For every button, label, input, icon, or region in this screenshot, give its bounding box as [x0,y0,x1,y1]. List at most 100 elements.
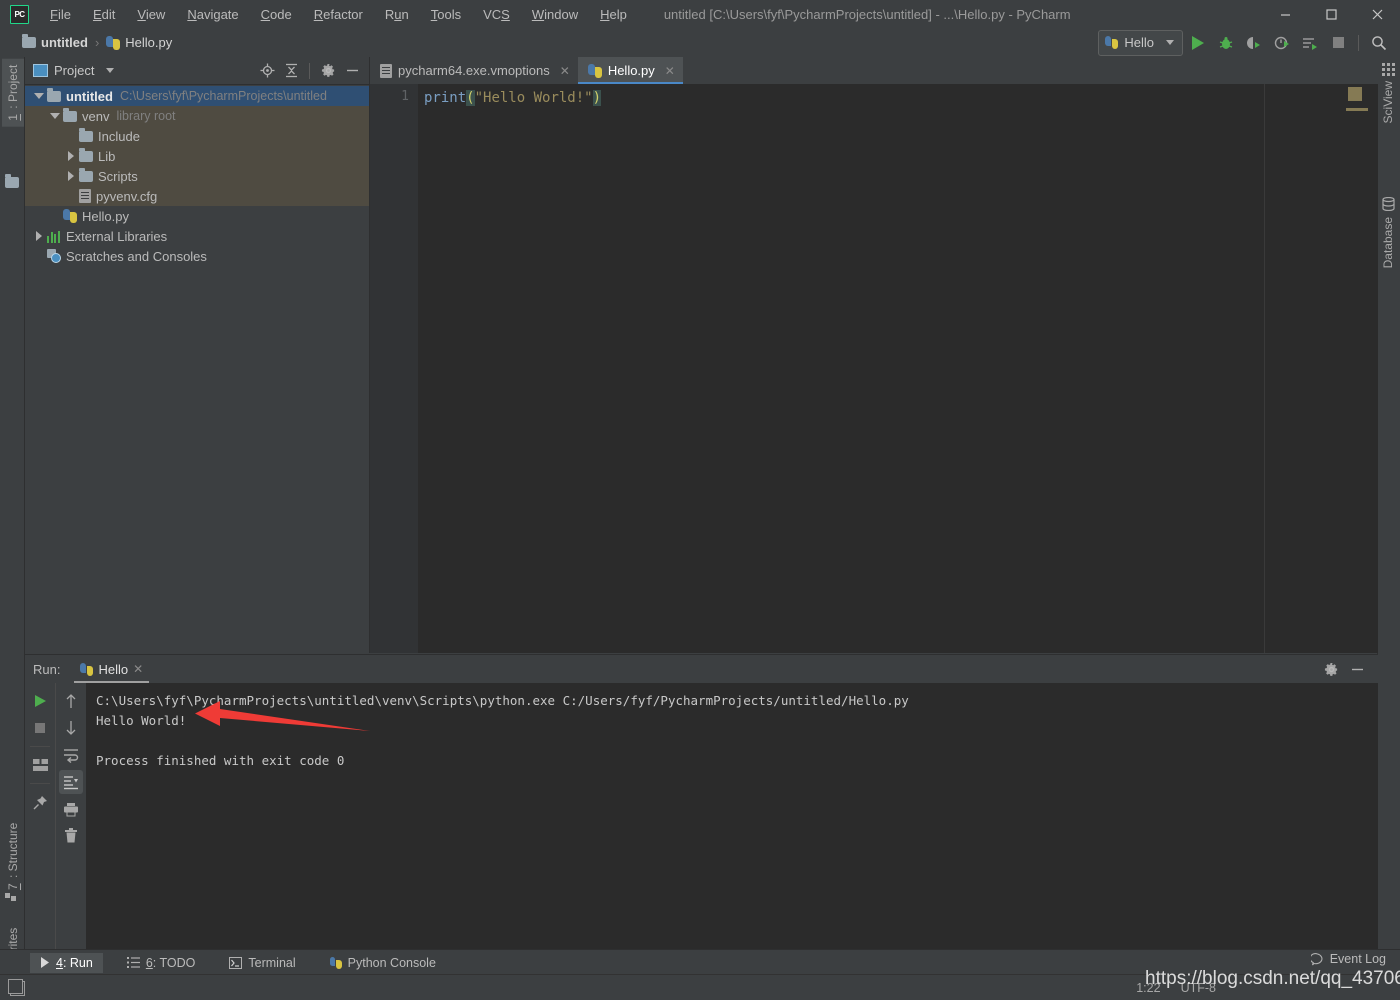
locate-icon [260,63,274,78]
bottom-tab-python-console[interactable]: Python Console [320,953,446,973]
coverage-button[interactable] [1241,30,1267,56]
run-button[interactable] [1185,30,1211,56]
tree-row-venv[interactable]: venv library root [25,106,369,126]
tree-row-external-libraries[interactable]: External Libraries [25,226,369,246]
hide-run-panel-button[interactable] [1346,658,1368,680]
rerun-button[interactable] [28,689,52,713]
minimize-button[interactable] [1262,0,1308,28]
print-button[interactable] [59,797,83,821]
tree-row-scripts[interactable]: Scripts [25,166,369,186]
code-text[interactable]: print("Hello World!") [418,84,1378,653]
editor-tab-label: Hello.py [607,63,655,78]
editor-scrollbar[interactable] [1364,111,1378,653]
menu-item-tools[interactable]: Tools [420,4,472,25]
menu-mnemonic: W [531,6,545,22]
sidebar-item-database[interactable]: Database [1381,217,1395,268]
project-settings-button[interactable] [317,60,339,82]
tab-bar-spacer [683,57,1378,84]
run-settings-button[interactable] [1320,658,1342,680]
actions-divider [30,746,50,747]
expand-arrow [63,171,79,181]
menu-item-view[interactable]: View [126,4,176,25]
clear-all-button[interactable] [59,824,83,848]
profiler-icon [1274,36,1289,49]
tree-label: Scripts [98,168,138,184]
stop-process-button[interactable] [28,716,52,740]
event-log-button[interactable]: Event Log [1310,952,1386,966]
menu-item-code[interactable]: Code [250,4,303,25]
close-tab-icon[interactable]: ✕ [560,64,570,78]
collapse-all-button[interactable] [280,60,302,82]
menu-item-help[interactable]: Help [589,4,638,25]
run-toolbar: Hello [1098,28,1392,57]
editor-tab-hello-py[interactable]: Hello.py ✕ [577,57,683,84]
menu-item-navigate[interactable]: Navigate [176,4,249,25]
menu-item-vcs[interactable]: VCS [472,4,521,25]
layout-toggle-icon[interactable] [8,978,25,996]
pin-icon [33,795,47,809]
search-everywhere-button[interactable] [1366,30,1392,56]
project-strip-folder-icon [5,174,19,188]
stop-button[interactable] [1325,30,1351,56]
console-line-output: Hello World! [96,713,187,728]
chevron-down-icon [1166,40,1174,45]
pycharm-logo-icon: PC [10,4,29,24]
sidebar-item-sciview[interactable]: SciView [1381,81,1395,123]
close-run-tab-icon[interactable]: ✕ [133,662,143,676]
maximize-button[interactable] [1308,0,1354,28]
soft-wrap-button[interactable] [59,743,83,767]
tree-row-untitled[interactable]: untitled C:\Users\fyf\PycharmProjects\un… [25,86,369,106]
pin-tab-button[interactable] [28,790,52,814]
locate-file-button[interactable] [256,60,278,82]
python-file-icon [587,63,602,78]
breadcrumb-file[interactable]: Hello.py [102,34,176,51]
structure-mnemonic: 7 [6,883,20,891]
menu-item-refactor[interactable]: Refactor [303,4,374,25]
tree-row-pyvenv-cfg[interactable]: pyvenv.cfg [25,186,369,206]
close-icon [1372,9,1382,19]
sidebar-item-project[interactable]: 1: Project [2,59,24,127]
menu-post: indow [544,6,579,22]
scroll-up-button[interactable] [59,689,83,713]
layout-button[interactable] [28,753,52,777]
hide-project-panel-button[interactable] [341,60,363,82]
close-button[interactable] [1354,0,1400,28]
menu-item-run[interactable]: Run [374,4,420,25]
sidebar-item-structure[interactable]: 7: Structure [2,817,24,896]
menu-item-window[interactable]: Window [521,4,589,25]
database-label: Database [1381,217,1395,269]
code-editor[interactable]: 1 print("Hello World!") [370,84,1378,653]
editor-tab-vmoptions[interactable]: pycharm64.exe.vmoptions ✕ [370,57,578,84]
scroll-down-button[interactable] [59,716,83,740]
text-file-icon [380,63,392,78]
close-tab-icon[interactable]: ✕ [665,64,675,78]
run-console-output[interactable]: C:\Users\fyf\PycharmProjects\untitled\ve… [86,683,1378,962]
folder-icon [63,107,77,122]
menu-item-file[interactable]: File [39,4,82,25]
code-close-paren: ) [592,90,602,106]
bottom-tab-todo[interactable]: 6: TODO [117,953,206,973]
run-with-console-button[interactable] [1297,30,1323,56]
run-tab-hello[interactable]: Hello ✕ [74,656,149,683]
tree-row-include[interactable]: Include [25,126,369,146]
scroll-to-end-button[interactable] [59,770,83,794]
run-configuration-selector[interactable]: Hello [1098,29,1183,56]
expand-arrow [31,93,47,99]
breadcrumb-project[interactable]: untitled [18,34,92,51]
breadcrumb-file-label: Hello.py [125,35,173,50]
tree-row-lib[interactable]: Lib [25,146,369,166]
profile-button[interactable] [1269,30,1295,56]
tree-row-hello-py[interactable]: Hello.py [25,206,369,226]
project-panel-title: Project [54,63,95,78]
up-arrow-icon [66,694,76,708]
debug-button[interactable] [1213,30,1239,56]
project-panel-title-group[interactable]: Project [33,63,115,78]
bottom-tab-terminal[interactable]: Terminal [219,953,305,973]
library-icon [47,230,61,243]
tree-row-scratches-and-consoles[interactable]: Scratches and Consoles [25,246,369,266]
terminal-tab-text: Terminal [248,955,296,970]
bottom-tab-run[interactable]: 4: Run [30,952,103,973]
menu-item-edit[interactable]: Edit [82,4,126,25]
right-margin-guide [1264,84,1265,653]
tree-label: Lib [98,148,116,164]
